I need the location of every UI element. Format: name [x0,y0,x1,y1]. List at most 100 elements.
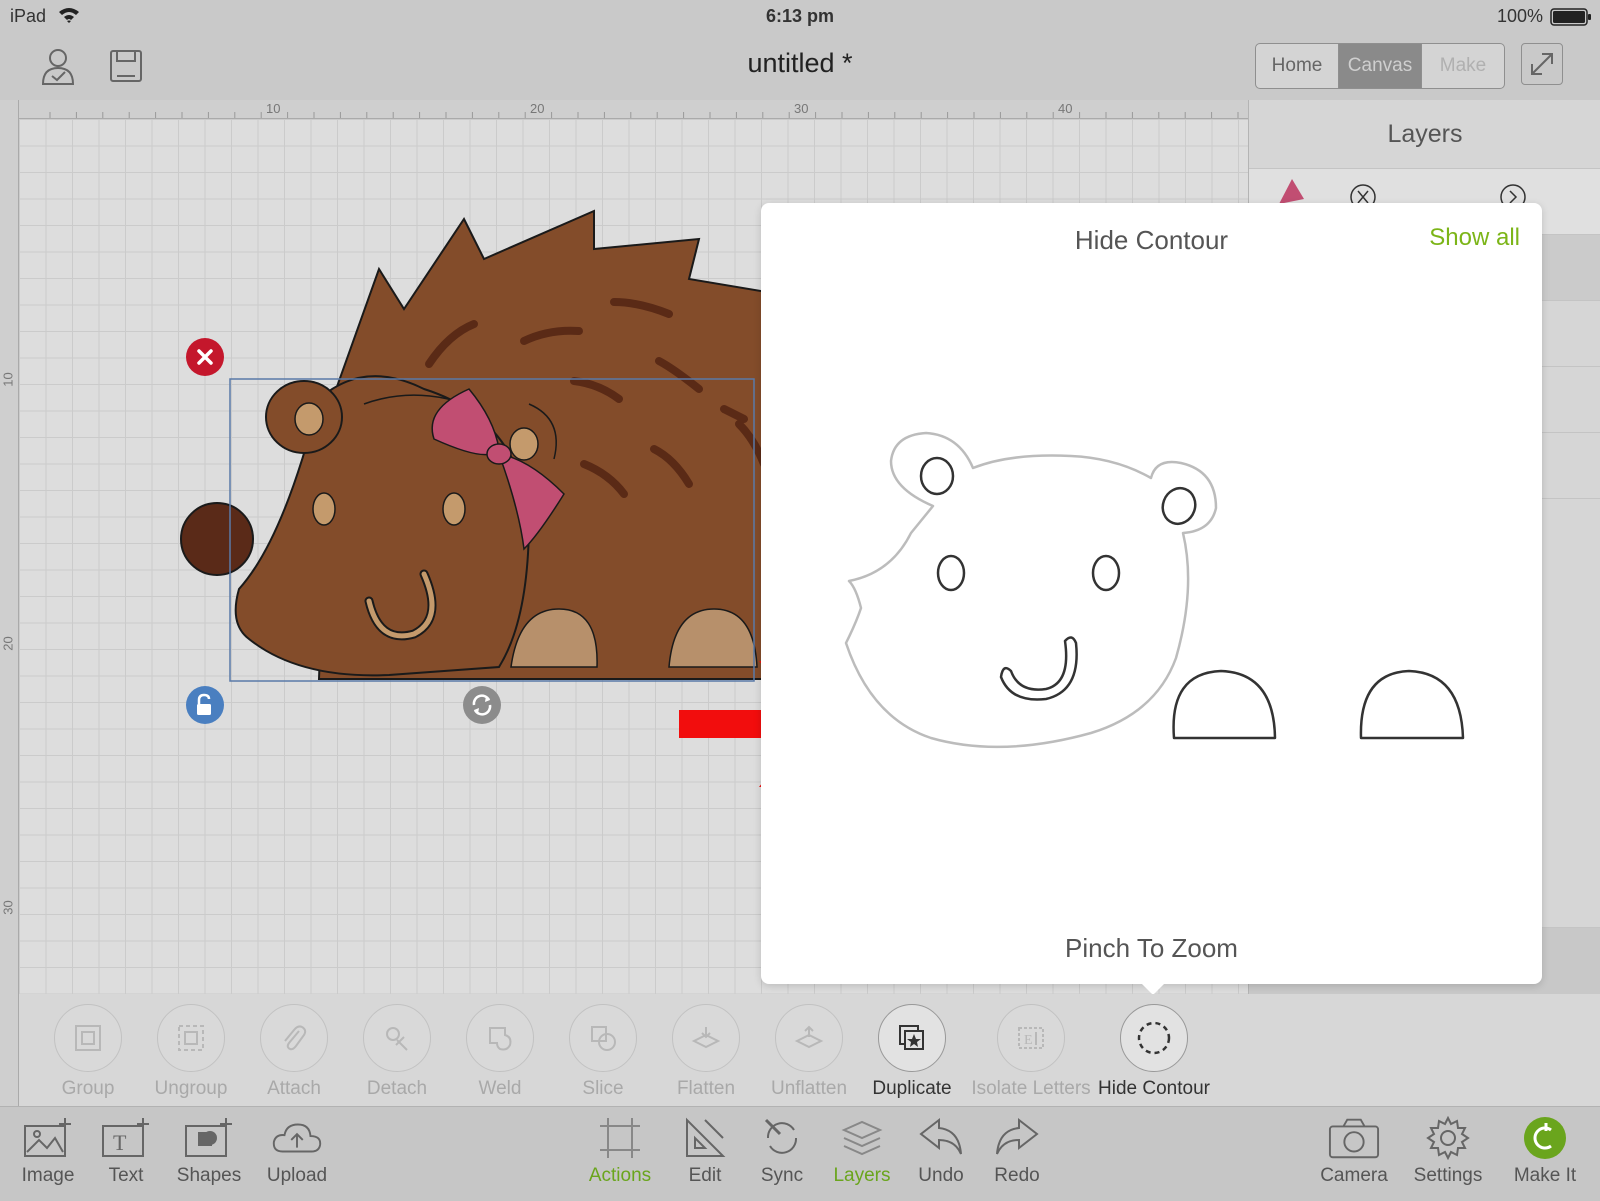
vertical-ruler: 10 20 30 [0,100,19,1106]
bottom-label: Make It [1513,1165,1577,1186]
make-it-icon [1524,1117,1566,1159]
camera-icon [1328,1118,1380,1159]
rotate-handle[interactable] [463,686,501,724]
make-it-button[interactable]: Make It [1500,1115,1590,1187]
hide-contour-icon [1137,1021,1171,1055]
camera-button[interactable]: Camera [1309,1115,1399,1187]
action-label: Detach [366,1078,428,1099]
unlock-icon [197,693,211,715]
bottom-label: Redo [994,1165,1040,1186]
unflatten-button[interactable]: Unflatten [754,1004,864,1100]
clock: 6:13 pm [765,6,835,26]
ungroup-icon [178,1025,204,1051]
action-label: Unflatten [770,1078,848,1099]
ruler-label: 20 [530,101,545,116]
paperclip-icon [284,1025,307,1051]
ruler-label: 40 [1058,101,1073,116]
shapes-button[interactable]: Shapes [164,1115,254,1187]
actions-toolbar: Group Ungroup Attach Detach Weld Slice F… [19,994,1600,1106]
settings-button[interactable]: Settings [1403,1115,1493,1187]
weld-icon [489,1027,512,1051]
weld-button[interactable]: Weld [445,1004,555,1100]
delete-handle[interactable] [186,338,224,376]
shapes-add-icon [185,1118,232,1157]
bottom-label: Upload [266,1165,328,1186]
undo-icon [919,1117,962,1155]
sync-button[interactable]: Sync [737,1115,827,1187]
horizontal-ruler: 10 20 30 40 [18,100,1248,119]
hide-contour-button[interactable]: Hide Contour [1094,1004,1214,1100]
fullscreen-button[interactable] [1521,43,1563,85]
upload-cloud-icon [272,1123,322,1153]
text-add-icon: T [102,1118,149,1157]
action-label: Isolate Letters [971,1078,1091,1099]
layers-button[interactable]: Layers [817,1115,907,1187]
tab-home[interactable]: Home [1256,44,1339,88]
action-label: Duplicate [872,1078,952,1099]
duplicate-icon [899,1025,924,1050]
unflatten-icon [794,1025,824,1049]
expand-icon [1531,53,1553,75]
redo-button[interactable]: Redo [972,1115,1062,1187]
isolate-letters-icon: E [1018,1027,1044,1049]
image-add-icon [24,1118,71,1157]
bottom-label: Camera [1320,1165,1388,1186]
bottom-label: Shapes [176,1165,242,1186]
ruler-label: 30 [0,900,16,915]
isolate-letters-button[interactable]: E Isolate Letters [971,1004,1091,1100]
attach-button[interactable]: Attach [239,1004,349,1100]
upload-button[interactable]: Upload [252,1115,342,1187]
contour-preview[interactable] [761,203,1542,984]
flatten-icon [691,1027,721,1049]
action-label: Flatten [676,1078,736,1099]
action-label: Group [61,1078,115,1099]
hide-contour-popover: Hide Contour Show all Pinch To Zoom [761,203,1542,984]
bottom-toolbar: Image T Text Shapes Upload Actions Edit … [0,1106,1600,1201]
svg-text:T: T [113,1130,127,1155]
ruler-label: 30 [794,101,809,116]
slice-icon [591,1026,616,1051]
sync-icon [764,1118,798,1154]
battery-icon [1550,8,1592,31]
ungroup-button[interactable]: Ungroup [136,1004,246,1100]
redo-icon [996,1117,1039,1155]
action-label: Attach [267,1078,321,1099]
detach-icon [386,1027,408,1051]
battery-percent: 100% [1497,6,1544,26]
pinch-to-zoom-hint: Pinch To Zoom [1065,933,1238,963]
tab-canvas[interactable]: Canvas [1339,44,1422,88]
rotate-icon [472,694,492,716]
layers-title: Layers [1387,120,1463,148]
ruler-label: 10 [0,372,16,387]
image-button[interactable]: Image [3,1115,93,1187]
action-label: Slice [582,1078,624,1099]
bottom-label: Layers [833,1165,891,1186]
close-icon [197,349,213,365]
action-label: Weld [478,1078,522,1099]
top-bar: untitled * Home Canvas Make [0,34,1600,101]
bottom-label: Text [108,1165,144,1186]
bottom-label: Sync [760,1165,804,1186]
flatten-button[interactable]: Flatten [651,1004,761,1100]
actions-icon [600,1118,640,1158]
svg-text:E: E [1024,1033,1033,1048]
bottom-label: Image [21,1165,75,1186]
ruler-label: 20 [0,636,16,651]
mode-switcher: Home Canvas Make [1255,43,1505,89]
slice-button[interactable]: Slice [548,1004,658,1100]
layers-icon [841,1120,883,1156]
duplicate-button[interactable]: Duplicate [857,1004,967,1100]
text-button[interactable]: T Text [81,1115,171,1187]
status-bar: iPad 6:13 pm 100% [0,0,1600,34]
action-label: Ungroup [154,1078,228,1099]
actions-button[interactable]: Actions [575,1115,665,1187]
ruler-label: 10 [266,101,281,116]
lock-handle[interactable] [186,686,224,724]
edit-ruler-icon [686,1117,726,1157]
gear-icon [1426,1116,1470,1160]
group-button[interactable]: Group [33,1004,143,1100]
group-icon [75,1025,101,1051]
action-label: Hide Contour [1098,1078,1210,1099]
detach-button[interactable]: Detach [342,1004,452,1100]
tab-make[interactable]: Make [1422,44,1504,88]
